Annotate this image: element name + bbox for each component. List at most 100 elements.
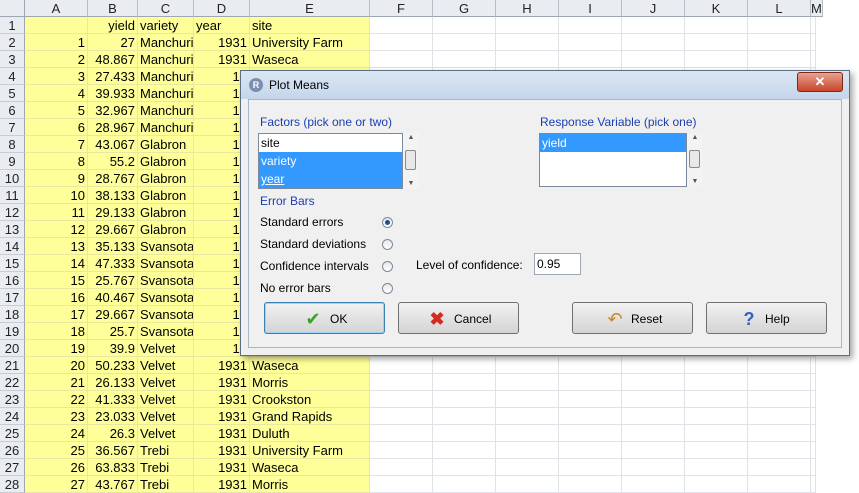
table-cell[interactable]: 28.767 <box>88 170 138 187</box>
factors-scrollbar[interactable]: ▲ ▼ <box>403 133 419 189</box>
row-header[interactable]: 1 <box>0 17 25 34</box>
table-cell[interactable]: Velvet <box>138 391 194 408</box>
table-cell[interactable] <box>433 357 496 374</box>
table-cell[interactable]: University Farm <box>250 442 370 459</box>
table-cell[interactable]: 8 <box>25 153 88 170</box>
table-cell[interactable]: Glabron <box>138 204 194 221</box>
table-cell[interactable] <box>748 408 811 425</box>
column-header-e[interactable]: E <box>250 0 370 17</box>
table-cell[interactable]: 23 <box>25 408 88 425</box>
table-cell[interactable]: yield <box>88 17 138 34</box>
close-button[interactable]: ✕ <box>797 72 843 92</box>
table-cell[interactable]: Morris <box>250 374 370 391</box>
table-cell[interactable] <box>811 459 816 476</box>
table-cell[interactable] <box>748 425 811 442</box>
table-cell[interactable]: Velvet <box>138 425 194 442</box>
table-cell[interactable]: Velvet <box>138 357 194 374</box>
table-cell[interactable] <box>370 408 433 425</box>
table-cell[interactable] <box>748 374 811 391</box>
table-cell[interactable] <box>811 476 816 493</box>
factor-item[interactable]: variety <box>259 152 402 170</box>
table-cell[interactable]: 29.667 <box>88 306 138 323</box>
table-cell[interactable]: 1931 <box>194 51 250 68</box>
table-cell[interactable]: Svansota <box>138 323 194 340</box>
help-button[interactable]: ? Help <box>706 302 827 334</box>
table-cell[interactable]: 7 <box>25 136 88 153</box>
table-cell[interactable]: Waseca <box>250 357 370 374</box>
table-cell[interactable] <box>622 51 685 68</box>
table-cell[interactable]: Duluth <box>250 425 370 442</box>
table-cell[interactable]: 25.7 <box>88 323 138 340</box>
table-cell[interactable] <box>496 476 559 493</box>
table-cell[interactable]: 26 <box>25 459 88 476</box>
table-cell[interactable]: Manchuri <box>138 51 194 68</box>
table-cell[interactable] <box>433 425 496 442</box>
table-cell[interactable]: 26.133 <box>88 374 138 391</box>
table-cell[interactable] <box>622 459 685 476</box>
factor-item[interactable]: year <box>259 170 402 188</box>
scroll-thumb[interactable] <box>689 150 700 168</box>
table-cell[interactable]: 17 <box>25 306 88 323</box>
table-cell[interactable]: Glabron <box>138 221 194 238</box>
row-header[interactable]: 15 <box>0 255 25 272</box>
table-cell[interactable] <box>370 357 433 374</box>
column-header-l[interactable]: L <box>748 0 811 17</box>
row-header[interactable]: 11 <box>0 187 25 204</box>
table-cell[interactable]: 43.067 <box>88 136 138 153</box>
table-cell[interactable] <box>748 17 811 34</box>
table-cell[interactable] <box>748 459 811 476</box>
table-cell[interactable] <box>496 408 559 425</box>
table-cell[interactable] <box>496 357 559 374</box>
scroll-down-icon[interactable]: ▼ <box>687 177 703 187</box>
table-cell[interactable]: 26.3 <box>88 425 138 442</box>
table-cell[interactable] <box>370 459 433 476</box>
table-cell[interactable] <box>685 17 748 34</box>
column-header-d[interactable]: D <box>194 0 250 17</box>
table-cell[interactable] <box>622 374 685 391</box>
dialog-titlebar[interactable]: R Plot Means ✕ <box>241 71 849 99</box>
table-cell[interactable] <box>559 408 622 425</box>
table-cell[interactable] <box>559 459 622 476</box>
table-cell[interactable]: 39.933 <box>88 85 138 102</box>
table-cell[interactable]: 24 <box>25 425 88 442</box>
table-cell[interactable]: 27 <box>25 476 88 493</box>
table-cell[interactable] <box>25 17 88 34</box>
table-cell[interactable] <box>811 51 816 68</box>
select-all-corner[interactable] <box>0 0 25 17</box>
scroll-up-icon[interactable]: ▲ <box>687 133 703 143</box>
table-cell[interactable] <box>748 442 811 459</box>
table-cell[interactable] <box>811 442 816 459</box>
table-cell[interactable] <box>685 476 748 493</box>
table-cell[interactable]: Waseca <box>250 459 370 476</box>
table-cell[interactable]: 1931 <box>194 374 250 391</box>
table-cell[interactable]: 27 <box>88 34 138 51</box>
table-cell[interactable]: 39.9 <box>88 340 138 357</box>
table-cell[interactable] <box>496 51 559 68</box>
table-cell[interactable] <box>559 442 622 459</box>
table-cell[interactable] <box>370 17 433 34</box>
table-cell[interactable]: Manchuri <box>138 34 194 51</box>
table-cell[interactable]: Velvet <box>138 374 194 391</box>
table-cell[interactable]: Svansota <box>138 272 194 289</box>
row-header[interactable]: 2 <box>0 34 25 51</box>
table-cell[interactable] <box>811 357 816 374</box>
table-cell[interactable] <box>496 391 559 408</box>
table-cell[interactable]: Svansota <box>138 255 194 272</box>
table-cell[interactable]: variety <box>138 17 194 34</box>
table-cell[interactable] <box>748 51 811 68</box>
table-cell[interactable]: 1 <box>25 34 88 51</box>
table-cell[interactable] <box>811 391 816 408</box>
table-cell[interactable] <box>622 34 685 51</box>
table-cell[interactable]: 40.467 <box>88 289 138 306</box>
table-cell[interactable] <box>433 51 496 68</box>
response-item[interactable]: yield <box>540 134 686 152</box>
table-cell[interactable]: Svansota <box>138 238 194 255</box>
table-cell[interactable] <box>559 374 622 391</box>
row-header[interactable]: 16 <box>0 272 25 289</box>
table-cell[interactable]: Manchuri <box>138 85 194 102</box>
table-cell[interactable] <box>811 408 816 425</box>
table-cell[interactable]: Velvet <box>138 408 194 425</box>
factor-item[interactable]: site <box>259 134 402 152</box>
row-header[interactable]: 27 <box>0 459 25 476</box>
table-cell[interactable]: 28.967 <box>88 119 138 136</box>
